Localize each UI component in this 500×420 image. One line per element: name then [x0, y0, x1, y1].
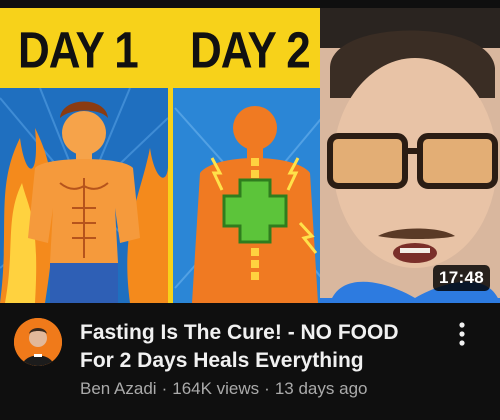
meta-separator: · [161, 379, 168, 398]
more-options-button[interactable] [452, 321, 472, 347]
meta-separator: · [264, 379, 270, 398]
avatar-image [14, 318, 62, 366]
video-meta: Ben Azadi · 164K views · 13 days ago [80, 378, 367, 400]
video-thumbnail[interactable]: DAY 1 DAY 2 17:48 [0, 8, 500, 303]
channel-avatar[interactable] [14, 318, 62, 366]
duration-badge: 17:48 [433, 265, 490, 291]
upload-age: 13 days ago [274, 379, 368, 398]
video-card[interactable]: DAY 1 DAY 2 17:48 Fasting Is The Cure! -… [0, 0, 500, 420]
more-vert-icon [459, 322, 465, 346]
video-title[interactable]: Fasting Is The Cure! - NO FOOD For 2 Day… [80, 319, 430, 375]
thumbnail-day1-text: DAY 1 [18, 22, 139, 79]
channel-name[interactable]: Ben Azadi [80, 379, 157, 398]
thumbnail-day2-text: DAY 2 [190, 22, 311, 79]
view-count: 164K views [172, 379, 260, 398]
